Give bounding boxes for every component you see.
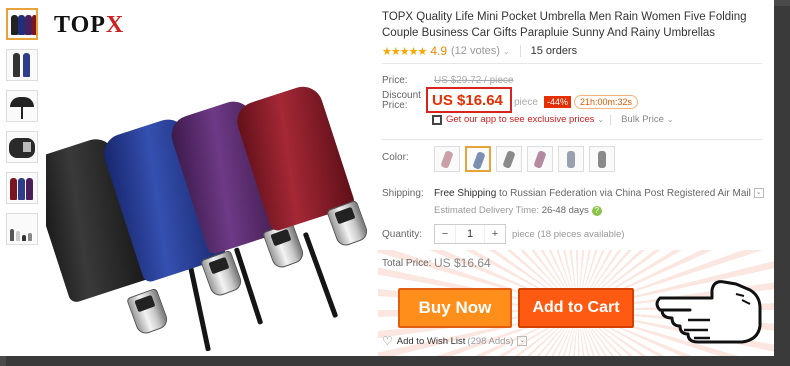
product-details: TOPX Quality Life Mini Pocket Umbrella M… [378, 0, 774, 356]
color-label: Color: [382, 152, 409, 163]
color-swatches [434, 146, 620, 172]
thumbnail-5[interactable] [6, 172, 38, 204]
quantity-input[interactable]: 1 [455, 225, 485, 243]
umbrella-cap [326, 199, 370, 249]
quantity-plus-button[interactable]: + [485, 225, 505, 243]
page-shadow [6, 356, 790, 366]
bulk-price-link[interactable]: Bulk Price [621, 114, 664, 125]
countdown-timer: 21h:00m:32s [574, 95, 639, 109]
rating-score: 4.9 [430, 44, 447, 58]
thumbnail-1[interactable] [6, 8, 38, 40]
divider [382, 139, 762, 140]
chevron-down-icon[interactable]: ⌄ [517, 336, 528, 346]
help-icon[interactable]: ? [591, 206, 602, 216]
umbrella-cap [126, 287, 170, 337]
thumbnail-2[interactable] [6, 49, 38, 81]
color-swatch[interactable] [496, 146, 522, 172]
app-link[interactable]: Get our app to see exclusive prices [446, 114, 594, 125]
wishlist-link[interactable]: ♡ Add to Wish List (298 Adds) ⌄ [382, 334, 528, 348]
heart-icon: ♡ [382, 334, 393, 348]
discount-badge: -44% [544, 96, 572, 108]
discount-price-label: Discount Price: [382, 90, 421, 111]
chevron-down-icon[interactable]: ⌄ [597, 115, 604, 124]
rating-row: ★★★★★ 4.9 (12 votes) ⌄ 15 orders [382, 44, 577, 58]
qr-code-icon [432, 114, 442, 125]
quantity-label: Quantity: [382, 229, 423, 240]
availability: piece (18 pieces available) [512, 229, 625, 240]
pointing-hand-icon [655, 280, 762, 344]
current-price: US $16.64 [432, 92, 503, 109]
chevron-down-icon[interactable]: ⌄ [667, 115, 674, 124]
color-swatch[interactable] [558, 146, 584, 172]
thumbnail-6[interactable] [6, 213, 38, 245]
thumbnail-3[interactable] [6, 90, 38, 122]
product-title: TOPX Quality Life Mini Pocket Umbrella M… [382, 11, 747, 39]
old-price: US $29.72 / piece [434, 75, 514, 86]
chevron-down-icon[interactable]: ⌄ [503, 47, 510, 56]
buy-now-button[interactable]: Buy Now [398, 288, 512, 328]
product-card: TOPX TOPX Quality Life Mini Pocket Umbre… [0, 0, 774, 356]
quantity-minus-button[interactable]: − [435, 225, 455, 243]
app-promo: Get our app to see exclusive prices ⌄ Bu… [432, 114, 674, 125]
chevron-down-icon[interactable]: ⌄ [753, 188, 764, 199]
add-to-cart-button[interactable]: Add to Cart [518, 288, 634, 328]
thumbnail-4[interactable] [6, 131, 38, 163]
color-swatch[interactable] [527, 146, 553, 172]
color-swatch-selected[interactable] [465, 146, 491, 172]
votes-link[interactable]: (12 votes) [451, 45, 500, 57]
orders-count: 15 orders [530, 45, 578, 57]
total-price-label: Total Price: [382, 258, 432, 269]
umbrella-cap [262, 221, 306, 271]
quantity-stepper: − 1 + [434, 224, 506, 244]
brand-logo: TOPX [54, 12, 125, 38]
total-price: US $16.64 [434, 256, 491, 270]
divider [382, 63, 762, 64]
price-highlight: US $16.64 [426, 87, 512, 113]
thumbnail-list [6, 8, 42, 254]
price-label: Price: [382, 75, 408, 86]
per-piece-label: piece [514, 97, 538, 108]
strap [302, 231, 339, 319]
color-swatch[interactable] [589, 146, 615, 172]
page-shadow [774, 6, 790, 366]
product-main-image[interactable]: TOPX [46, 6, 370, 352]
shipping-info: Free Shipping to Russian Federation via … [434, 188, 764, 199]
color-swatch[interactable] [434, 146, 460, 172]
shipping-label: Shipping: [382, 188, 424, 199]
star-rating-icon: ★★★★★ [382, 45, 427, 58]
delivery-estimate: Estimated Delivery Time: 26-48 days? [434, 205, 602, 216]
